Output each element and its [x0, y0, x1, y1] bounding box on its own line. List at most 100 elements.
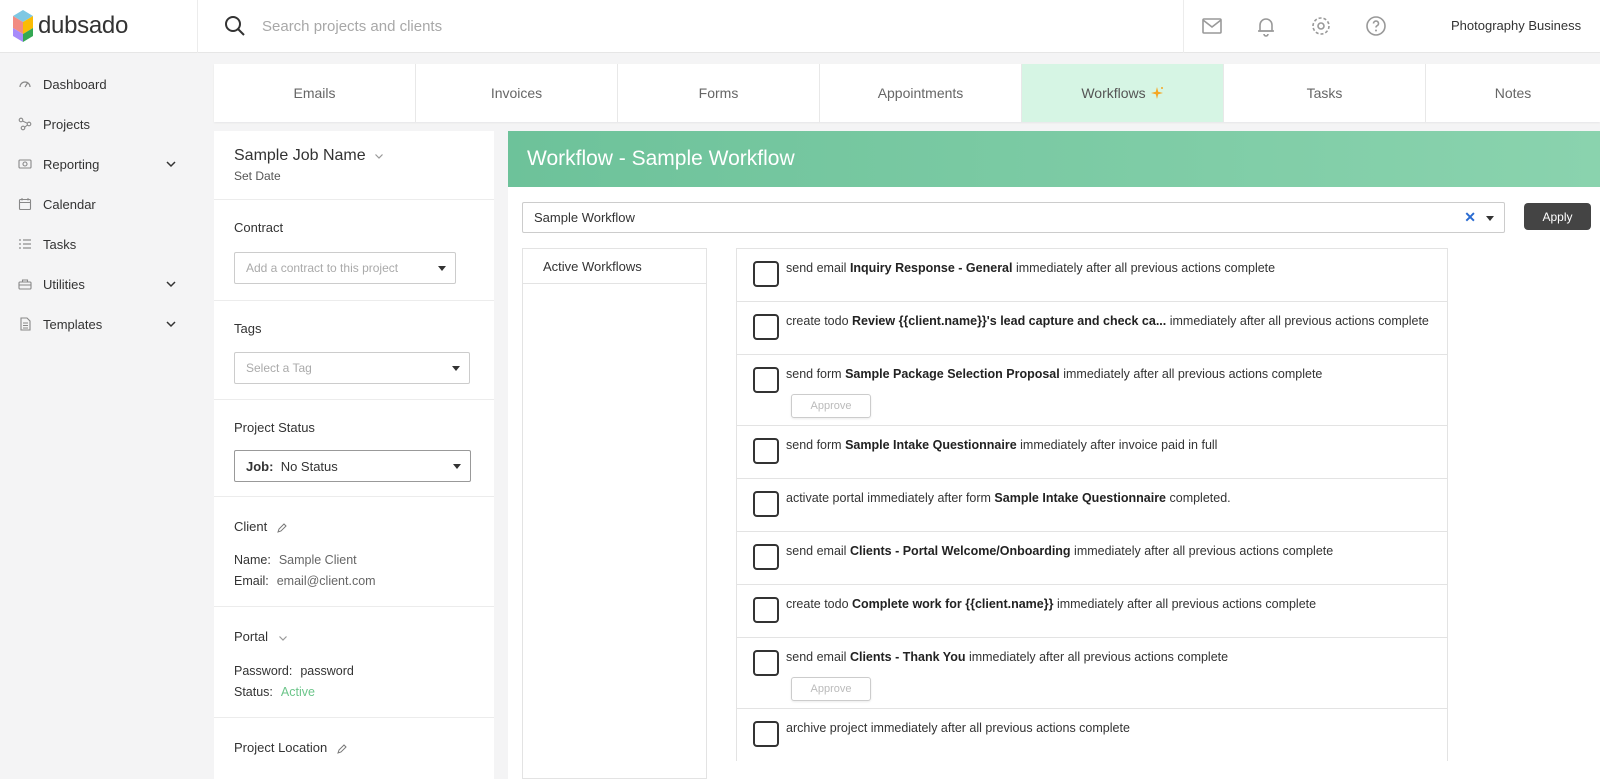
job-name[interactable]: Sample Job Name: [234, 147, 384, 165]
search-input[interactable]: [262, 12, 862, 40]
active-workflows-list: Active Workflows: [522, 248, 707, 779]
tab-emails[interactable]: Emails: [214, 64, 416, 122]
portal-header[interactable]: Portal: [234, 629, 288, 644]
tab-forms[interactable]: Forms: [618, 64, 820, 122]
name-label: Name:: [234, 553, 271, 567]
tags-section: Tags Select a Tag: [214, 301, 494, 400]
project-status-select[interactable]: Job: No Status: [234, 450, 471, 482]
step-text: completed.: [1166, 491, 1231, 505]
workflow-selected: Sample Workflow: [534, 210, 635, 225]
workflow-step: create todo Review {{client.name}}'s lea…: [736, 301, 1448, 354]
tags-placeholder: Select a Tag: [246, 361, 312, 375]
tab-tasks[interactable]: Tasks: [1224, 64, 1426, 122]
step-checkbox[interactable]: [753, 261, 779, 287]
sidebar-item-label: Reporting: [43, 156, 100, 172]
step-text: create todo: [786, 314, 853, 328]
top-bar: dubsado Photography Business: [0, 0, 1600, 53]
tags-label: Tags: [234, 321, 262, 336]
step-item-name: Review {{client.name}}'s lead capture an…: [852, 314, 1167, 328]
step-text: immediately after all previous actions c…: [1059, 367, 1323, 381]
sidebar-item-reporting[interactable]: Reporting: [18, 152, 183, 176]
clear-icon[interactable]: ✕: [1464, 209, 1476, 226]
approve-button[interactable]: Approve: [791, 394, 871, 418]
step-text: immediately after all previous actions c…: [1070, 544, 1334, 558]
sidebar-item-tasks[interactable]: Tasks: [18, 232, 183, 256]
reporting-icon: [18, 159, 32, 169]
tab-label: Workflows: [1081, 85, 1146, 101]
business-name[interactable]: Photography Business: [1451, 18, 1581, 33]
sidebar-item-utilities[interactable]: Utilities: [18, 272, 183, 296]
set-date-link[interactable]: Set Date: [234, 169, 281, 183]
step-description: archive project immediately after all pr…: [786, 721, 1130, 735]
logo[interactable]: dubsado: [12, 6, 128, 46]
workflow-step: create todo Complete work for {{client.n…: [736, 584, 1448, 637]
tasks-icon: [19, 239, 31, 249]
sidebar-item-label: Utilities: [43, 276, 85, 292]
help-icon[interactable]: [1364, 14, 1388, 38]
tab-invoices[interactable]: Invoices: [416, 64, 618, 122]
client-section: Client Name: Sample Client Email: email@cl…: [214, 497, 494, 607]
active-workflows-title: Active Workflows: [523, 249, 706, 284]
chevron-down-icon[interactable]: [165, 318, 177, 330]
client-email[interactable]: email@client.com: [277, 574, 376, 588]
step-checkbox[interactable]: [753, 544, 779, 570]
gear-icon[interactable]: [1309, 14, 1333, 38]
step-text: archive project immediately after all pr…: [786, 721, 1130, 735]
step-checkbox[interactable]: [753, 650, 779, 676]
sidebar-item-dashboard[interactable]: Dashboard: [18, 72, 183, 96]
pencil-icon[interactable]: [337, 743, 347, 754]
mail-icon[interactable]: [1200, 14, 1224, 38]
caret-down-icon: [453, 464, 461, 469]
location-section: Project Location: [214, 718, 494, 779]
portal-password: password: [300, 664, 354, 678]
portal-status: Active: [280, 685, 315, 699]
workflow-step: send email Clients - Thank You immediate…: [736, 637, 1448, 708]
step-checkbox[interactable]: [753, 491, 779, 517]
step-text: activate portal immediately after form: [786, 491, 995, 505]
approve-button[interactable]: Approve: [791, 677, 871, 701]
divider: [197, 0, 198, 53]
caret-down-icon: [438, 266, 446, 271]
pencil-icon[interactable]: [277, 522, 287, 533]
tab-notes[interactable]: Notes: [1426, 64, 1600, 122]
step-item-name: Sample Intake Questionnaire: [994, 491, 1167, 505]
tags-select[interactable]: Select a Tag: [234, 352, 470, 384]
workflow-step: activate portal immediately after form S…: [736, 478, 1448, 531]
workflow-select[interactable]: Sample Workflow ✕: [522, 202, 1505, 233]
step-checkbox[interactable]: [753, 367, 779, 393]
sidebar-item-label: Tasks: [43, 236, 77, 252]
apply-button[interactable]: Apply: [1524, 203, 1591, 230]
chevron-down-icon[interactable]: [374, 151, 384, 161]
project-details-panel: Sample Job Name Set Date Contract Add a …: [214, 131, 494, 779]
step-item-name: Clients - Thank You: [849, 650, 966, 664]
step-checkbox[interactable]: [753, 438, 779, 464]
workflow-title: Workflow - Sample Workflow: [508, 131, 1600, 187]
step-item-name: Inquiry Response - General: [849, 261, 1013, 275]
contract-placeholder: Add a contract to this project: [246, 261, 399, 275]
contract-select[interactable]: Add a contract to this project: [234, 252, 456, 284]
sparkle-icon: [1150, 87, 1163, 99]
portal-password-row: Password: password: [234, 664, 354, 678]
chevron-down-icon[interactable]: [165, 158, 177, 170]
portal-status-row: Status: Active: [234, 685, 315, 699]
status-section: Project Status Job: No Status: [214, 400, 494, 497]
bell-icon[interactable]: [1254, 14, 1278, 38]
step-checkbox[interactable]: [753, 597, 779, 623]
step-checkbox[interactable]: [753, 314, 779, 340]
sidebar-item-calendar[interactable]: Calendar: [18, 192, 183, 216]
step-description: send email Clients - Thank You immediate…: [786, 650, 1228, 664]
chevron-down-icon[interactable]: [278, 633, 288, 643]
step-text: immediately after all previous actions c…: [1166, 314, 1429, 328]
tab-workflows[interactable]: Workflows: [1022, 64, 1224, 122]
project-status-label: Project Status: [234, 420, 315, 435]
step-checkbox[interactable]: [753, 721, 779, 747]
caret-down-icon: [1486, 216, 1494, 221]
step-text: create todo: [786, 597, 853, 611]
sidebar-item-templates[interactable]: Templates: [18, 312, 183, 336]
location-header: Project Location: [234, 740, 347, 755]
sidebar-item-projects[interactable]: Projects: [18, 112, 183, 136]
tab-appointments[interactable]: Appointments: [820, 64, 1022, 122]
chevron-down-icon[interactable]: [165, 278, 177, 290]
caret-down-icon: [452, 366, 460, 371]
search-icon[interactable]: [223, 14, 247, 38]
